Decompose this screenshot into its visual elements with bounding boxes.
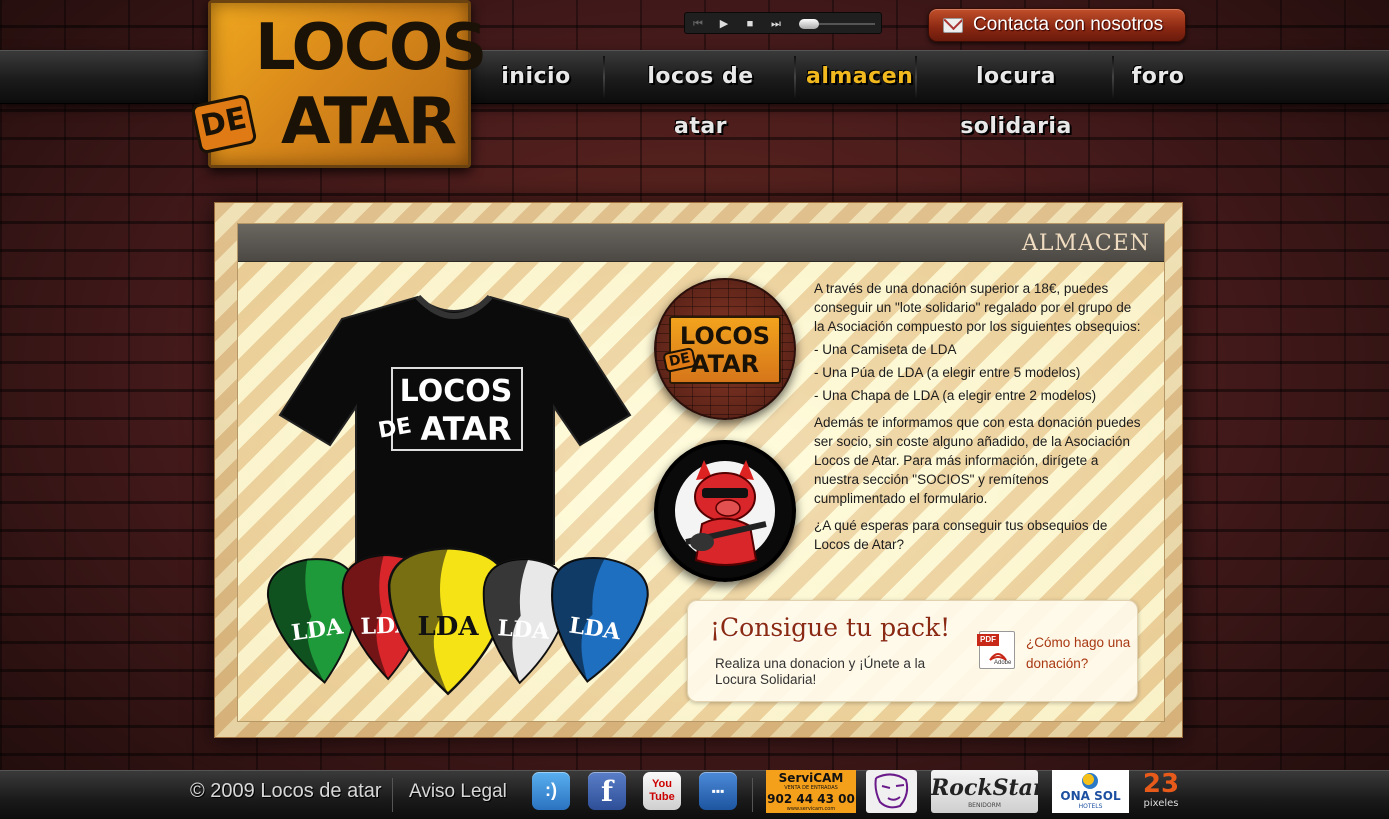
- myspace-icon[interactable]: ▪▪▪: [699, 772, 737, 810]
- section-title: ALMACEN: [1021, 231, 1150, 256]
- youtube-icon[interactable]: You Tube: [643, 772, 681, 810]
- onasol-sponsor-logo[interactable]: ONA SOL HOTELS: [1052, 770, 1129, 813]
- tshirt-logo-bottom: ATAR: [420, 410, 511, 448]
- pdf-tag: PDF: [977, 634, 999, 646]
- seek-slider[interactable]: [799, 19, 819, 29]
- music-player: ⏮ ▶ ■ ⏭: [684, 12, 882, 34]
- donation-howto-link[interactable]: ¿Cómo hago una donación?: [1026, 632, 1136, 674]
- servicam-phone: 902 44 43 00: [767, 792, 855, 806]
- logo-text-de: DE: [190, 93, 258, 155]
- guitar-pick: LDA: [536, 549, 657, 690]
- info-paragraph-1: A través de una donación superior a 18€,…: [814, 281, 1141, 334]
- contact-button-label: Contacta con nosotros: [973, 14, 1164, 35]
- footer-separator: [752, 778, 753, 812]
- 23pixeles-credit-logo[interactable]: 23 pixeles: [1141, 770, 1181, 813]
- copyright-text: © 2009 Locos de atar: [190, 780, 382, 802]
- legal-link[interactable]: Aviso Legal: [409, 781, 507, 803]
- nav-item-inicio[interactable]: inicio: [497, 52, 575, 102]
- logo-badge-image: LOCOS ATAR DE: [654, 278, 796, 420]
- onasol-name: ONA SOL: [1060, 789, 1121, 803]
- info-paragraph-2: Además te informamos que con esta donaci…: [814, 415, 1141, 506]
- badge-logo-top: LOCOS: [679, 322, 771, 350]
- servicam-url: www.servicam.com: [786, 806, 836, 812]
- info-list-item: - Una Chapa de LDA (a elegir entre 2 mod…: [814, 388, 1097, 403]
- onasol-sub: HOTELS: [1078, 803, 1103, 810]
- servicam-sponsor-logo[interactable]: ServiCAM VENTA DE ENTRADAS 902 44 43 00 …: [766, 770, 856, 813]
- rockstar-city: BENIDORM: [968, 802, 1001, 809]
- face-sketch-icon: [874, 773, 909, 809]
- nav-item-almacen[interactable]: almacen: [806, 52, 913, 102]
- logo-text-bottom: ATAR: [281, 85, 457, 159]
- info-paragraph-3: ¿A qué esperas para conseguir tus obsequ…: [814, 518, 1108, 552]
- facebook-icon[interactable]: f: [588, 772, 626, 810]
- nav-separator: [603, 56, 605, 98]
- pack-subtitle: Realiza una donacion y ¡Únete a la Locur…: [715, 656, 926, 687]
- nav-item-locura-solidaria[interactable]: locura solidaria: [926, 52, 1106, 139]
- tshirt-logo-top: LOCOS: [400, 374, 513, 409]
- nav-item-foro[interactable]: foro: [1128, 52, 1188, 102]
- purple-face-sponsor-logo[interactable]: [866, 770, 917, 813]
- rockstar-sponsor-logo[interactable]: RockStar BENIDORM: [931, 770, 1038, 813]
- tuenti-icon[interactable]: :): [532, 772, 570, 810]
- nav-separator: [915, 56, 917, 98]
- pdf-icon[interactable]: PDF Adobe: [977, 631, 1015, 669]
- pixeles-word: pixeles: [1143, 798, 1179, 809]
- devil-badge-image: [654, 440, 796, 582]
- servicam-tag: VENTA DE ENTRADAS: [784, 785, 838, 791]
- previous-icon[interactable]: ⏮: [689, 15, 707, 33]
- sun-icon: [1082, 773, 1098, 789]
- info-text-block: A través de una donación superior a 18€,…: [814, 279, 1142, 558]
- nav-item-locos-de-atar[interactable]: locos de atar: [618, 52, 783, 139]
- pack-callout: ¡Consigue tu pack! Realiza una donacion …: [687, 600, 1138, 702]
- tshirt-image: LOCOS ATAR DE: [278, 295, 632, 565]
- info-list-item: - Una Camiseta de LDA: [814, 342, 957, 357]
- play-icon[interactable]: ▶: [715, 15, 733, 33]
- section-header: ALMACEN: [238, 224, 1164, 262]
- pack-title: ¡Consigue tu pack!: [710, 613, 951, 642]
- devil-guitarist-icon: [658, 444, 792, 578]
- mail-icon: [943, 18, 963, 33]
- servicam-name: ServiCAM: [778, 771, 844, 785]
- footer-separator: [392, 778, 393, 812]
- site-logo[interactable]: LOCOS ATAR DE: [190, 0, 487, 168]
- contact-button[interactable]: Contacta con nosotros: [928, 8, 1186, 42]
- pixeles-number: 23: [1142, 770, 1180, 799]
- nav-separator: [1112, 56, 1114, 98]
- info-list-item: - Una Púa de LDA (a elegir entre 5 model…: [814, 365, 1081, 380]
- logo-text-top: LOCOS: [255, 11, 487, 85]
- pdf-brand: Adobe: [994, 660, 1012, 666]
- rockstar-name: RockStar: [931, 775, 1038, 801]
- nav-separator: [794, 56, 796, 98]
- stop-icon[interactable]: ■: [741, 15, 759, 33]
- next-icon[interactable]: ⏭: [767, 15, 785, 33]
